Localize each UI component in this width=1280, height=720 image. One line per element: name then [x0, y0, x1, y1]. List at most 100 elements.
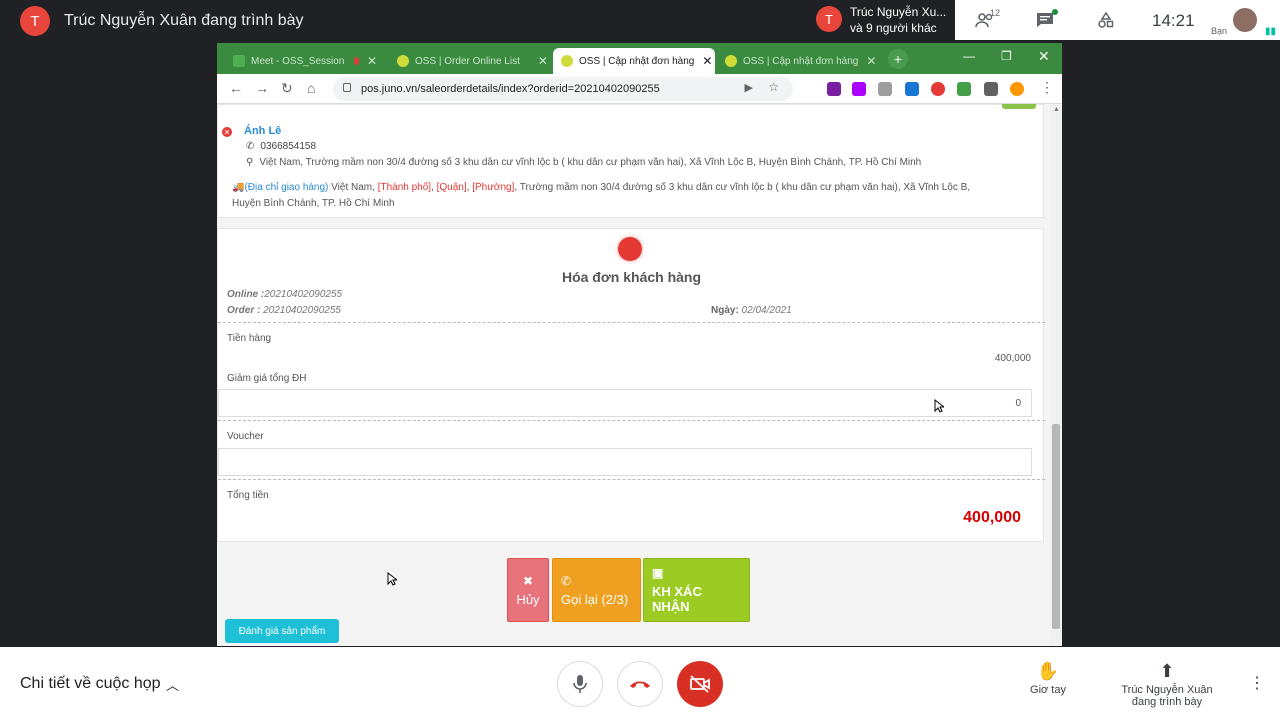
total-label: Tổng tiền [227, 490, 269, 501]
restore-icon[interactable]: ❐ [1001, 49, 1012, 63]
shipping-label: (Địa chỉ giao hàng) [244, 182, 329, 193]
call-back-button-label: Gọi lại (2/3) [561, 591, 629, 607]
camera-off-button[interactable] [677, 661, 723, 707]
tab-order-update-active[interactable]: OSS | Cập nhật đơn hàng ✕ [553, 48, 715, 74]
reload-icon[interactable]: ↻ [281, 80, 293, 97]
close-tab-icon[interactable]: ✕ [866, 54, 876, 68]
close-tab-icon[interactable]: ✕ [367, 54, 377, 68]
meet-favicon-icon [233, 55, 245, 67]
online-id-label: Online : [227, 289, 265, 300]
customer-phone-row: ✆ 0366854158 [246, 141, 316, 152]
tab-order-update[interactable]: OSS | Cập nhật đơn hàng ✕ [717, 48, 879, 74]
participant-tile[interactable]: T Trúc Nguyễn Xu... và 9 người khác [810, 0, 955, 40]
mouse-cursor-icon [934, 399, 944, 413]
home-icon[interactable]: ⌂ [307, 80, 315, 96]
url-text: pos.juno.vn/saleorderdetails/index?order… [361, 83, 660, 95]
online-id-row: Online :20210402090255 [227, 289, 342, 300]
shipping-address: 🚚(Địa chỉ giao hàng) Việt Nam, [Thành ph… [232, 182, 971, 209]
tab-meet[interactable]: Meet - OSS_Session ✕ [225, 48, 385, 74]
minimize-icon[interactable]: — [963, 49, 975, 63]
extension-icon[interactable] [905, 82, 919, 96]
tab-label: OSS | Order Online List [415, 55, 520, 67]
product-review-button[interactable]: Đánh giá sản phẩm [225, 619, 339, 643]
self-avatar[interactable] [1233, 8, 1257, 32]
leave-call-button[interactable] [617, 661, 663, 707]
presenter-title: Trúc Nguyễn Xuân đang trình bày [64, 12, 304, 29]
address-bar: ← → ↻ ⌂ pos.juno.vn/saleorderdetails/ind… [217, 74, 1062, 104]
remove-customer-icon[interactable]: ✕ [222, 127, 232, 137]
extension-icon[interactable] [878, 82, 892, 96]
discount-input[interactable]: 0 [218, 389, 1032, 417]
phone-icon: ✆ [561, 573, 572, 588]
shipping-ward: [Phường] [472, 182, 515, 193]
hang-up-icon [630, 681, 650, 688]
puzzle-icon[interactable] [984, 82, 998, 96]
participant-avatar: T [816, 6, 842, 32]
meet-top-right: 12 14:21 Bạn ▮▮ [955, 0, 1280, 40]
shipping-district: [Quận] [436, 182, 467, 193]
camera-blocked-icon[interactable]: ▶ [745, 81, 753, 94]
subtotal-label: Tiền hàng [227, 333, 272, 344]
customer-name[interactable]: Ánh Lê [244, 125, 281, 137]
total-value: 400,000 [963, 509, 1021, 526]
meet-top-bar: T Trúc Nguyễn Xuân đang trình bày T Trúc… [0, 0, 1280, 40]
online-id-value: 20210402090255 [264, 289, 343, 300]
chevron-up-icon[interactable]: ︿ [166, 675, 179, 694]
raise-hand-button[interactable]: ✋ Giơ tay [1022, 661, 1074, 696]
voucher-label: Voucher [227, 431, 264, 442]
close-tab-icon[interactable]: ✕ [538, 54, 548, 68]
scroll-up-arrow-icon[interactable]: ▲ [1053, 106, 1060, 113]
url-input[interactable]: pos.juno.vn/saleorderdetails/index?order… [333, 77, 793, 101]
back-icon[interactable]: ← [229, 80, 243, 96]
adblock-icon[interactable] [931, 82, 945, 96]
voucher-input[interactable] [218, 448, 1032, 476]
status-indicator [618, 237, 642, 261]
oss-favicon-icon [397, 55, 409, 67]
forward-icon[interactable]: → [255, 80, 269, 96]
camera-off-icon [690, 675, 710, 693]
close-tab-icon[interactable]: ✕ [702, 54, 712, 68]
oss-favicon-icon [561, 55, 573, 67]
call-back-button[interactable]: ✆ Gọi lại (2/3) [552, 558, 641, 622]
save-icon: ▣ [652, 566, 664, 580]
presenting-button[interactable]: ⬆ Trúc Nguyễn Xuân đang trình bày [1112, 661, 1222, 708]
customer-confirm-button[interactable]: ▣ KH XÁC NHẬN [643, 558, 750, 622]
menu-icon[interactable]: ⋮ [1040, 79, 1054, 96]
cancel-cart-icon: ✖ [522, 573, 534, 588]
extension-icon[interactable] [852, 82, 866, 96]
more-options-icon[interactable]: ⋮ [1249, 673, 1265, 693]
extension-icon[interactable] [827, 82, 841, 96]
extension-icon[interactable] [957, 82, 971, 96]
scrollbar-thumb[interactable] [1052, 424, 1060, 629]
raise-hand-label: Giơ tay [1030, 684, 1066, 696]
order-page: ✕ Ánh Lê ✆ 0366854158 ⚲ Việt Nam, Trường m… [217, 104, 1062, 646]
customer-address-row: ⚲ Việt Nam, Trường mầm non 30/4 đường số … [246, 157, 921, 168]
microphone-icon [573, 675, 587, 693]
shipping-country: Việt Nam, [331, 182, 375, 193]
oss-favicon-icon [725, 55, 737, 67]
microphone-button[interactable] [557, 661, 603, 707]
cancel-button[interactable]: ✖ Hủy [507, 558, 549, 622]
divider [218, 322, 1045, 323]
edit-button[interactable] [1002, 104, 1036, 109]
raise-hand-icon: ✋ [1036, 661, 1060, 681]
presenting-label: Trúc Nguyễn Xuân đang trình bày [1121, 684, 1213, 708]
meeting-details-button[interactable]: Chi tiết về cuộc họp [20, 675, 161, 693]
order-id-label: Order : [227, 305, 264, 316]
people-count: 12 [990, 8, 1001, 18]
invoice-title: Hóa đơn khách hàng [561, 269, 702, 285]
shipping-city: [Thành phố] [377, 182, 432, 193]
chat-notification-dot [1052, 9, 1058, 15]
participant-others: và 9 người khác [850, 21, 937, 35]
activities-icon[interactable] [1094, 8, 1118, 32]
tab-order-online-list[interactable]: OSS | Order Online List ✕ [389, 48, 549, 74]
presenter-avatar: T [20, 6, 50, 36]
bookmark-star-icon[interactable]: ☆ [768, 80, 779, 94]
new-tab-button[interactable]: + [888, 49, 908, 69]
customer-address: Việt Nam, Trường mầm non 30/4 đường số 3… [259, 157, 922, 168]
close-window-icon[interactable]: ✕ [1038, 48, 1050, 65]
divider [218, 479, 1045, 480]
phone-icon: ✆ [246, 141, 255, 152]
discount-label: Giảm giá tổng ĐH [227, 373, 307, 384]
profile-icon[interactable] [1010, 82, 1024, 96]
